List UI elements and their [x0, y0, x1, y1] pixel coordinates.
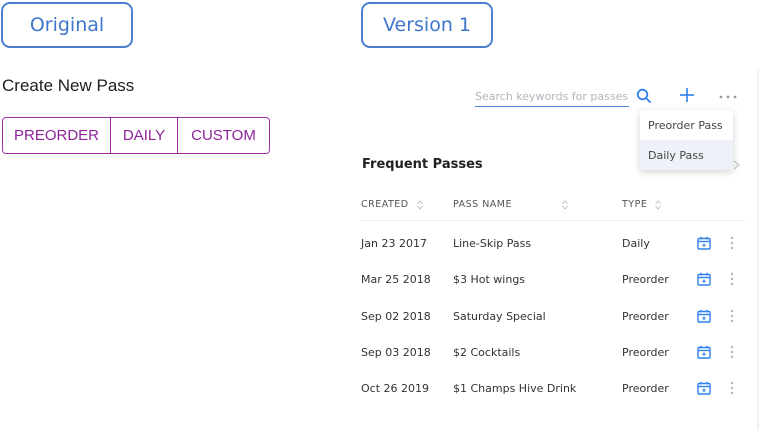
- custom-button[interactable]: CUSTOM: [177, 118, 269, 153]
- pass-name: $2 Cocktails: [453, 345, 521, 359]
- pass-type: Preorder: [622, 381, 669, 395]
- created-date: Jan 23 2017: [361, 236, 427, 250]
- more-vertical-icon[interactable]: [730, 228, 738, 258]
- table-row[interactable]: Oct 26 2019 $1 Champs Hive Drink Preorder: [360, 373, 745, 403]
- pass-type: Daily: [622, 236, 650, 250]
- created-date: Oct 26 2019: [361, 381, 430, 395]
- create-pass-title: Create New Pass: [2, 76, 135, 95]
- pass-type: Preorder: [622, 272, 669, 286]
- created-date: Sep 03 2018: [361, 345, 431, 359]
- pass-name: Saturday Special: [453, 309, 546, 323]
- created-date: Sep 02 2018: [361, 309, 431, 323]
- original-label: Original: [1, 2, 133, 48]
- column-header-type[interactable]: TYPE: [622, 199, 662, 210]
- column-header-created-label: CREATED: [361, 199, 409, 210]
- preorder-button[interactable]: PREORDER: [3, 118, 110, 153]
- table-row[interactable]: Sep 03 2018 $2 Cocktails Preorder: [360, 337, 745, 367]
- more-vertical-icon[interactable]: [730, 264, 738, 294]
- search-icon[interactable]: [635, 87, 653, 105]
- created-date: Mar 25 2018: [361, 272, 431, 286]
- column-header-type-label: TYPE: [622, 199, 648, 210]
- more-horizontal-icon[interactable]: [717, 90, 739, 104]
- add-pass-dropdown-menu: Preorder Pass Daily Pass: [640, 110, 733, 170]
- pass-name: $3 Hot wings: [453, 272, 526, 286]
- menu-item-preorder-pass[interactable]: Preorder Pass: [640, 110, 733, 140]
- calendar-icon[interactable]: [697, 337, 713, 367]
- chevron-right-icon: [733, 160, 741, 170]
- table-row[interactable]: Jan 23 2017 Line-Skip Pass Daily: [360, 228, 745, 258]
- more-vertical-icon[interactable]: [730, 373, 738, 403]
- more-vertical-icon[interactable]: [730, 337, 738, 367]
- sort-icon: [416, 199, 423, 210]
- pass-type: Preorder: [622, 309, 669, 323]
- sort-icon: [655, 199, 662, 210]
- menu-item-daily-pass[interactable]: Daily Pass: [640, 140, 733, 170]
- panel-edge-divider: [757, 70, 759, 430]
- header-divider: [360, 220, 745, 221]
- search-input[interactable]: [475, 86, 629, 107]
- calendar-icon[interactable]: [697, 301, 713, 331]
- more-vertical-icon[interactable]: [730, 301, 738, 331]
- version-label: Version 1: [361, 2, 493, 48]
- pass-name: Line-Skip Pass: [453, 236, 532, 250]
- column-header-pass-name-label: PASS NAME: [453, 199, 513, 210]
- calendar-icon[interactable]: [697, 264, 713, 294]
- table-row[interactable]: Sep 02 2018 Saturday Special Preorder: [360, 301, 745, 331]
- daily-button[interactable]: DAILY: [110, 118, 177, 153]
- pass-type-segmented-control: PREORDER DAILY CUSTOM: [2, 117, 270, 154]
- pass-name: $1 Champs Hive Drink: [453, 381, 577, 395]
- frequent-passes-title: Frequent Passes: [362, 157, 483, 172]
- calendar-icon[interactable]: [697, 373, 713, 403]
- column-header-created[interactable]: CREATED: [361, 199, 423, 210]
- pass-type: Preorder: [622, 345, 669, 359]
- plus-icon[interactable]: [678, 86, 696, 104]
- sort-icon: [562, 199, 568, 210]
- calendar-icon[interactable]: [697, 228, 713, 258]
- column-header-pass-name[interactable]: PASS NAME: [453, 199, 568, 210]
- table-row[interactable]: Mar 25 2018 $3 Hot wings Preorder: [360, 264, 745, 294]
